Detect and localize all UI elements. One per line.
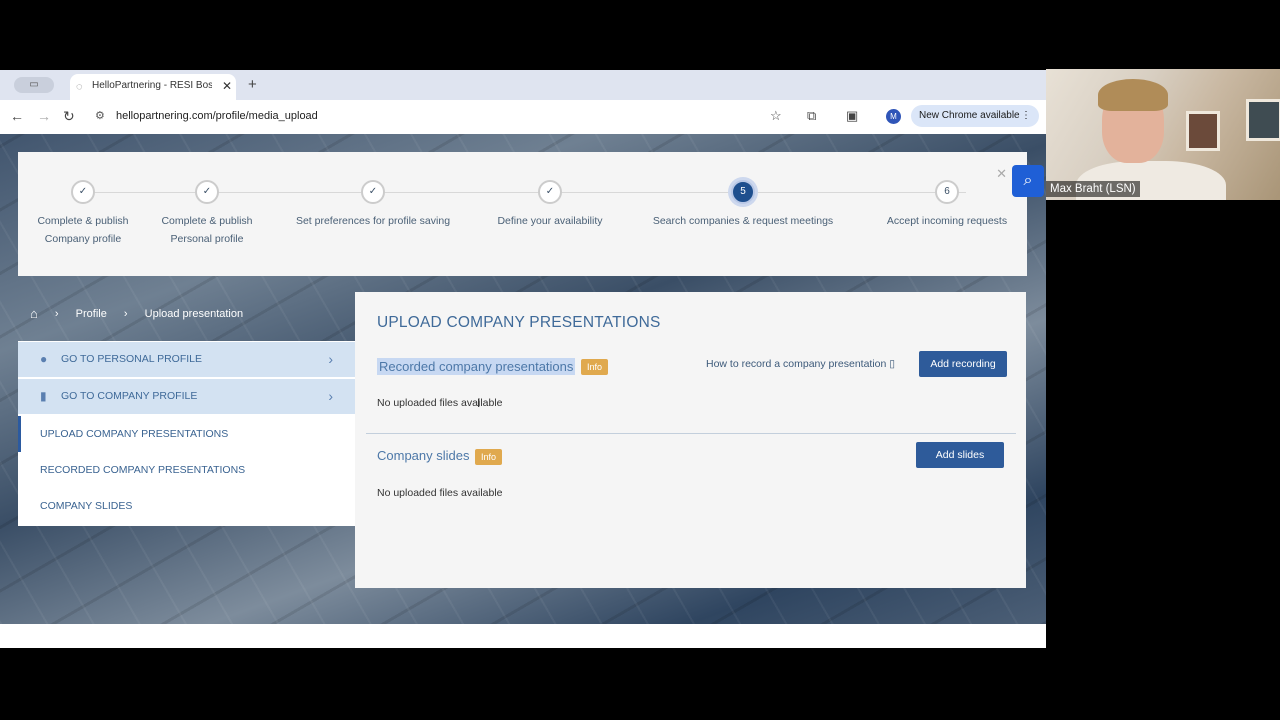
page-title: UPLOAD COMPANY PRESENTATIONS <box>377 314 661 331</box>
extensions-icon[interactable]: ⧉ <box>807 108 816 124</box>
step-number: 6 <box>935 180 959 204</box>
step-label: Search companies & request meetings <box>652 215 834 227</box>
info-badge[interactable]: Info <box>475 449 503 465</box>
address-bar[interactable]: hellopartnering.com/profile/media_upload <box>116 110 318 122</box>
participant-name: Max Braht (LSN) <box>1046 181 1140 197</box>
recorded-empty-state: No uploaded files available <box>377 397 503 409</box>
recorded-section-title: Recorded company presentations <box>377 358 576 375</box>
chevron-right-icon: › <box>328 351 333 367</box>
breadcrumb-current: Upload presentation <box>144 307 244 320</box>
participant-video: Max Braht (LSN) <box>1046 69 1280 200</box>
wall-picture <box>1186 111 1220 151</box>
onboarding-steps: ✓ Complete & publish Company profile ✓ Co… <box>18 152 1027 276</box>
browser-window: ▭ ◌ HelloPartnering - RESI Boston ✕ + ← … <box>0 70 1046 648</box>
add-slides-button[interactable]: Add slides <box>916 442 1004 468</box>
tab-title: HelloPartnering - RESI Boston <box>92 80 212 91</box>
sidebar-item-personal-profile[interactable]: ● GO TO PERSONAL PROFILE › <box>18 342 355 377</box>
loading-icon: ◌ <box>76 81 83 93</box>
more-menu-icon[interactable]: ⋮ <box>1021 105 1031 127</box>
step-check-icon: ✓ <box>361 180 385 204</box>
sidebar: ● GO TO PERSONAL PROFILE › ▮ GO TO COMPA… <box>18 341 355 526</box>
site-info-icon[interactable]: ⚙ <box>95 109 105 122</box>
page-footer <box>0 624 1046 648</box>
step-number: 5 <box>731 180 755 204</box>
breadcrumb-profile[interactable]: Profile <box>76 308 107 320</box>
step-3[interactable]: ✓ Set preferences for profile saving <box>278 180 468 230</box>
zoom-search-icon[interactable]: ⌕ <box>1012 165 1044 197</box>
back-icon[interactable]: ← <box>10 108 24 124</box>
section-divider <box>366 433 1016 434</box>
wall-picture <box>1246 99 1280 141</box>
step-label: Complete & publish Personal profile <box>161 215 253 245</box>
info-badge[interactable]: Info <box>581 359 609 375</box>
text-cursor-icon: I <box>477 396 481 410</box>
person-icon: ● <box>40 352 48 366</box>
tab-bar: ▭ ◌ HelloPartnering - RESI Boston ✕ + <box>0 70 1046 100</box>
chevron-right-icon: › <box>54 307 59 320</box>
breadcrumb: ⌂ › Profile › Upload presentation <box>30 306 243 321</box>
sidebar-item-recorded-presentations[interactable]: RECORDED COMPANY PRESENTATIONS <box>18 452 355 488</box>
bookmark-star-icon[interactable]: ☆ <box>770 108 782 124</box>
page-content: ✓ Complete & publish Company profile ✓ Co… <box>0 134 1046 624</box>
step-check-icon: ✓ <box>195 180 219 204</box>
profile-avatar[interactable]: M <box>886 109 901 124</box>
sidebar-item-label: UPLOAD COMPANY PRESENTATIONS <box>40 428 229 440</box>
step-label: Accept incoming requests <box>886 215 1008 227</box>
step-2[interactable]: ✓ Complete & publish Personal profile <box>112 180 302 248</box>
upload-panel: UPLOAD COMPANY PRESENTATIONS Recorded co… <box>355 292 1026 588</box>
close-icon[interactable]: ✕ <box>996 166 1007 182</box>
reload-icon[interactable]: ↻ <box>63 108 75 125</box>
chrome-update-button[interactable]: New Chrome available ⋮ <box>911 105 1039 127</box>
chrome-update-label: New Chrome available <box>919 110 1020 121</box>
add-recording-button[interactable]: Add recording <box>919 351 1007 377</box>
sidebar-item-label: COMPANY SLIDES <box>40 500 133 512</box>
step-5[interactable]: 5 Search companies & request meetings <box>638 180 848 230</box>
home-icon[interactable]: ⌂ <box>30 306 38 321</box>
sidebar-item-upload-presentations[interactable]: UPLOAD COMPANY PRESENTATIONS <box>18 416 355 452</box>
building-icon: ▮ <box>40 389 47 403</box>
close-tab-icon[interactable]: ✕ <box>222 79 232 93</box>
forward-icon[interactable]: → <box>37 108 51 124</box>
cast-icon[interactable]: ▣ <box>846 108 858 124</box>
sidebar-item-company-slides[interactable]: COMPANY SLIDES <box>18 488 355 524</box>
tab-search-icon[interactable]: ▭ <box>14 77 54 93</box>
sidebar-item-label: GO TO COMPANY PROFILE <box>61 390 198 402</box>
sidebar-item-label: GO TO PERSONAL PROFILE <box>61 353 203 365</box>
browser-tab[interactable]: ◌ HelloPartnering - RESI Boston ✕ <box>70 74 236 100</box>
step-label: Set preferences for profile saving <box>295 215 451 227</box>
sidebar-item-label: RECORDED COMPANY PRESENTATIONS <box>40 464 246 476</box>
document-icon: ▯ <box>889 358 896 370</box>
step-label: Define your availability <box>497 215 603 227</box>
chevron-right-icon: › <box>328 388 333 404</box>
browser-toolbar: ← → ↻ ⚙ hellopartnering.com/profile/medi… <box>0 100 1046 134</box>
participant-hair <box>1098 79 1168 111</box>
sidebar-item-company-profile[interactable]: ▮ GO TO COMPANY PROFILE › <box>18 379 355 414</box>
step-check-icon: ✓ <box>538 180 562 204</box>
slides-empty-state: No uploaded files available <box>377 487 503 499</box>
slides-section-title: Company slides <box>377 448 470 463</box>
new-tab-icon[interactable]: + <box>248 76 257 93</box>
step-4[interactable]: ✓ Define your availability <box>455 180 645 230</box>
howto-link[interactable]: How to record a company presentation ▯ <box>706 358 895 370</box>
step-check-icon: ✓ <box>71 180 95 204</box>
chevron-right-icon: › <box>123 307 128 320</box>
